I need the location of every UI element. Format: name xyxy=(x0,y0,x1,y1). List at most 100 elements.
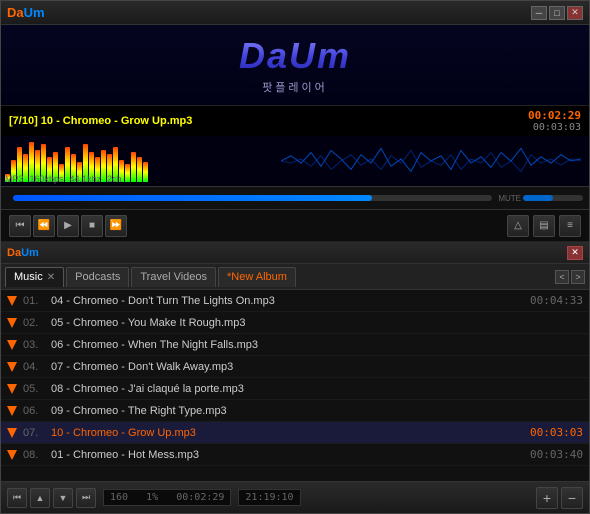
bitrate-label: 160kbps xyxy=(30,174,64,184)
bottom-bar: ⏮ ▲ ▼ ⏭ 160 1% 00:02:29 21:19:10 + − xyxy=(1,481,589,513)
tab-new-album[interactable]: *New Album xyxy=(218,267,296,287)
time-total: 00:03:03 xyxy=(528,122,581,133)
item-number: 02. xyxy=(23,317,51,329)
track-title: [7/10] 10 - Chromeo - Grow Up.mp3 xyxy=(9,115,528,127)
bottom-speed: 160 xyxy=(110,492,128,503)
item-title: 06 - Chromeo - When The Night Falls.mp3 xyxy=(51,339,575,351)
tab-podcasts-label: Podcasts xyxy=(75,271,120,283)
next-frame-button[interactable]: ⏩ xyxy=(105,215,127,237)
seek-fill xyxy=(13,195,372,201)
playlist-item[interactable]: 05.08 - Chromeo - J'ai claqué la porte.m… xyxy=(1,378,589,400)
playlist-item[interactable]: 02.05 - Chromeo - You Make It Rough.mp3 xyxy=(1,312,589,334)
visualizer-area: MP3 160kbps 44.1khz 2ch xyxy=(1,136,589,186)
logo-subtitle: 팟플레이어 xyxy=(262,79,328,95)
vlc-icon xyxy=(7,405,19,417)
seek-bar-area: MUTE xyxy=(1,186,589,210)
prev-button[interactable]: ⏮ xyxy=(9,215,31,237)
bottom-prev-button[interactable]: ⏮ xyxy=(7,488,27,508)
prev-frame-button[interactable]: ⏪ xyxy=(33,215,55,237)
tab-prev-button[interactable]: < xyxy=(555,270,569,284)
item-title: 04 - Chromeo - Don't Turn The Lights On.… xyxy=(51,295,522,307)
tab-music-label: Music xyxy=(14,271,43,283)
eq-button[interactable]: ≡ xyxy=(559,215,581,237)
seek-bar[interactable] xyxy=(13,195,492,201)
viz-bar xyxy=(137,157,142,182)
item-number: 01. xyxy=(23,295,51,307)
mute-label: MUTE xyxy=(498,194,521,203)
item-duration: 00:03:03 xyxy=(530,426,583,439)
tab-music-close[interactable]: ✕ xyxy=(47,272,55,283)
expand-button[interactable]: △ xyxy=(507,215,529,237)
playlist-item[interactable]: 04.07 - Chromeo - Don't Walk Away.mp3 xyxy=(1,356,589,378)
player-section: DaUm 팟플레이어 [7/10] 10 - Chromeo - Grow Up… xyxy=(1,25,589,242)
tab-travel-videos[interactable]: Travel Videos xyxy=(131,267,216,287)
item-title: 05 - Chromeo - You Make It Rough.mp3 xyxy=(51,317,575,329)
samplerate-label: 44.1khz xyxy=(70,174,102,184)
bottom-info: 160 1% 00:02:29 xyxy=(103,489,231,506)
viz-bar xyxy=(125,164,130,182)
track-times: 00:02:29 00:03:03 xyxy=(528,109,581,133)
vlc-icon xyxy=(7,339,19,351)
remove-button[interactable]: − xyxy=(561,487,583,509)
daum-logo: DaUm xyxy=(239,35,351,77)
format-label: MP3 xyxy=(5,174,24,184)
playlist-item[interactable]: 03.06 - Chromeo - When The Night Falls.m… xyxy=(1,334,589,356)
vlc-icon xyxy=(7,295,19,307)
logo-area: DaUm 팟플레이어 xyxy=(1,25,589,105)
bottom-next-button[interactable]: ⏭ xyxy=(76,488,96,508)
item-title: 08 - Chromeo - J'ai claqué la porte.mp3 xyxy=(51,383,575,395)
item-number: 05. xyxy=(23,383,51,395)
viz-bar xyxy=(143,162,148,182)
vlc-icon xyxy=(7,383,19,395)
vlc-icon xyxy=(7,449,19,461)
playlist[interactable]: 01.04 - Chromeo - Don't Turn The Lights … xyxy=(1,290,589,481)
add-button[interactable]: + xyxy=(536,487,558,509)
time-elapsed: 00:02:29 xyxy=(528,109,581,122)
channels-label: 2ch xyxy=(107,174,122,184)
titlebar-logo: DaUm xyxy=(7,5,45,20)
item-title: 09 - Chromeo - The Right Type.mp3 xyxy=(51,405,575,417)
bottom-datetime: 21:19:10 xyxy=(238,489,300,506)
vlc-icon xyxy=(7,361,19,373)
vlc-icon xyxy=(7,427,19,439)
titlebar: DaUm ─ □ ✕ xyxy=(1,1,589,25)
bottom-speed-unit: 1% xyxy=(146,492,158,503)
item-number: 04. xyxy=(23,361,51,373)
item-title: 07 - Chromeo - Don't Walk Away.mp3 xyxy=(51,361,575,373)
tab-next-button[interactable]: > xyxy=(571,270,585,284)
item-number: 07. xyxy=(23,427,51,439)
playlist-item[interactable]: 08.01 - Chromeo - Hot Mess.mp300:03:40 xyxy=(1,444,589,466)
playlist-item[interactable]: 07.10 - Chromeo - Grow Up.mp3 00:03:03 xyxy=(1,422,589,444)
playlist-logo: DaUm xyxy=(7,247,39,259)
playback-controls: ⏮ ⏪ ▶ ■ ⏩ △ ▤ ≡ xyxy=(1,210,589,242)
playlist-section: DaUm ✕ Music ✕ Podcasts Travel Videos *N… xyxy=(1,242,589,513)
play-button[interactable]: ▶ xyxy=(57,215,79,237)
viz-info: MP3 160kbps 44.1khz 2ch xyxy=(5,174,122,184)
maximize-button[interactable]: □ xyxy=(549,6,565,20)
tab-new-album-label: *New Album xyxy=(227,271,287,283)
playlist-close-button[interactable]: ✕ xyxy=(567,246,583,260)
item-duration: 00:04:33 xyxy=(530,294,583,307)
tab-podcasts[interactable]: Podcasts xyxy=(66,267,129,287)
item-title: 10 - Chromeo - Grow Up.mp3 xyxy=(51,427,522,439)
viz-bar xyxy=(131,152,136,182)
item-title: 01 - Chromeo - Hot Mess.mp3 xyxy=(51,449,522,461)
item-number: 03. xyxy=(23,339,51,351)
bottom-time: 00:02:29 xyxy=(176,492,224,503)
bottom-date: 21:19:10 xyxy=(245,492,293,503)
tabs-bar: Music ✕ Podcasts Travel Videos *New Albu… xyxy=(1,264,589,290)
close-button[interactable]: ✕ xyxy=(567,6,583,20)
playlist-item[interactable]: 06.09 - Chromeo - The Right Type.mp3 xyxy=(1,400,589,422)
track-info-bar: [7/10] 10 - Chromeo - Grow Up.mp3 00:02:… xyxy=(1,105,589,136)
minimize-button[interactable]: ─ xyxy=(531,6,547,20)
tab-music[interactable]: Music ✕ xyxy=(5,267,64,287)
waveform xyxy=(281,140,581,182)
bottom-down-button[interactable]: ▼ xyxy=(53,488,73,508)
main-window: DaUm ─ □ ✕ DaUm 팟플레이어 [7/10] 10 - Chrome… xyxy=(0,0,590,514)
bottom-up-button[interactable]: ▲ xyxy=(30,488,50,508)
playlist-titlebar: DaUm ✕ xyxy=(1,242,589,264)
item-number: 08. xyxy=(23,449,51,461)
playlist-item[interactable]: 01.04 - Chromeo - Don't Turn The Lights … xyxy=(1,290,589,312)
playlist-view-button[interactable]: ▤ xyxy=(533,215,555,237)
stop-button[interactable]: ■ xyxy=(81,215,103,237)
